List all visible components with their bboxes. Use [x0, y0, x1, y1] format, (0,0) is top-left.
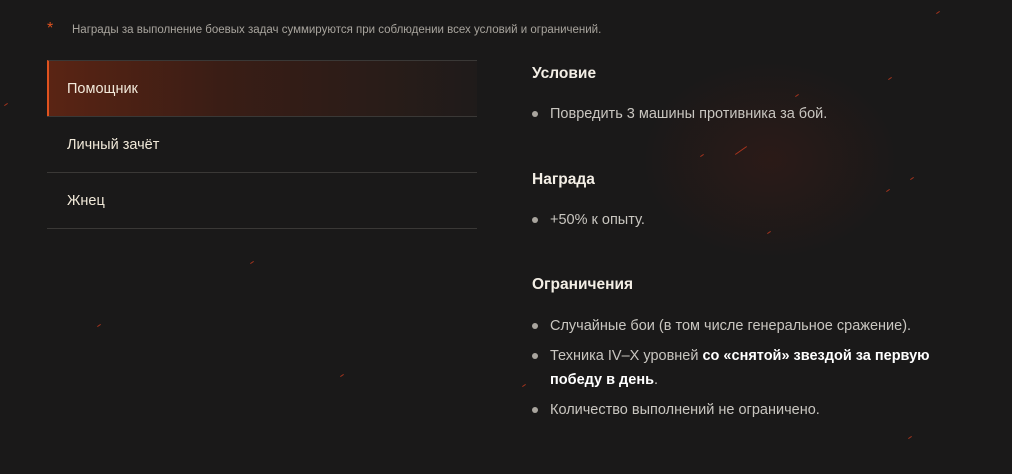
tab-reaper[interactable]: Жнец	[47, 172, 477, 229]
condition-section: Условие Повредить 3 машины противника за…	[532, 62, 827, 126]
reward-text: +50% к опыту.	[550, 212, 645, 228]
list-item: +50% к опыту.	[532, 208, 645, 232]
bullet-dot-icon	[532, 323, 538, 329]
mission-tabs: Помощник Личный зачёт Жнец	[47, 60, 477, 229]
spark-decoration	[767, 230, 771, 235]
spark-decoration	[340, 373, 344, 378]
rewards-notice: * Награды за выполнение боевых задач сум…	[47, 20, 601, 40]
limits-title: Ограничения	[532, 276, 634, 293]
limits-list: Случайные бои (в том числе генеральное с…	[532, 314, 982, 422]
limit-vehicles-suffix: .	[654, 372, 659, 388]
spark-decoration	[886, 188, 890, 193]
list-item: Случайные бои (в том числе генеральное с…	[532, 314, 982, 338]
bullet-dot-icon	[532, 217, 538, 223]
reward-list: +50% к опыту.	[532, 208, 645, 232]
spark-decoration	[700, 153, 704, 158]
spark-decoration	[734, 146, 748, 155]
spark-decoration	[910, 176, 914, 181]
asterisk-icon: *	[47, 20, 54, 37]
list-item: Повредить 3 машины противника за бой.	[532, 102, 827, 126]
limits-section: Ограничения Случайные бои (в том числе г…	[532, 273, 982, 428]
spark-decoration	[4, 102, 8, 107]
bullet-dot-icon	[532, 407, 538, 413]
spark-decoration	[250, 260, 254, 265]
condition-title: Условие	[532, 65, 597, 82]
limit-vehicles-text: Техника IV–X уровней	[550, 348, 703, 364]
condition-list: Повредить 3 машины противника за бой.	[532, 102, 827, 126]
list-item: Техника IV–X уровней со «снятой» звездой…	[532, 344, 982, 392]
list-item: Количество выполнений не ограничено.	[532, 398, 982, 422]
tab-personal-score[interactable]: Личный зачёт	[47, 116, 477, 172]
spark-decoration	[522, 383, 526, 388]
spark-decoration	[908, 435, 912, 440]
spark-decoration	[97, 323, 101, 328]
reward-title: Награда	[532, 171, 595, 188]
bullet-dot-icon	[532, 111, 538, 117]
tab-helper[interactable]: Помощник	[47, 60, 477, 116]
condition-text: Повредить 3 машины противника за бой.	[550, 106, 828, 122]
limit-count-text: Количество выполнений не ограничено.	[550, 402, 820, 418]
reward-section: Награда +50% к опыту.	[532, 168, 645, 232]
notice-text: Награды за выполнение боевых задач сумми…	[72, 24, 602, 36]
spark-decoration	[936, 10, 940, 15]
spark-decoration	[888, 76, 892, 81]
bullet-dot-icon	[532, 353, 538, 359]
limit-battles-text: Случайные бои (в том числе генеральное с…	[550, 318, 912, 334]
